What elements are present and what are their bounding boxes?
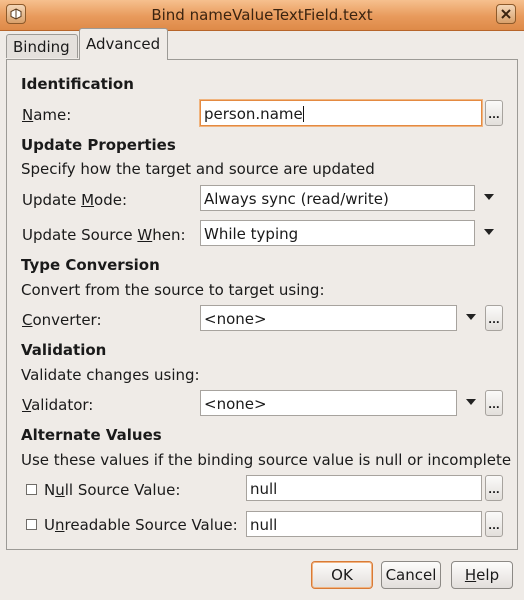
chevron-down-icon[interactable] — [484, 229, 494, 235]
update-source-when-label: Update Source When: — [22, 226, 186, 244]
type-conversion-header: Type Conversion — [21, 256, 160, 274]
chevron-down-icon[interactable] — [484, 194, 494, 200]
unreadable-source-field[interactable]: null — [246, 511, 482, 537]
update-source-when-value: While typing — [200, 220, 475, 246]
tab-binding[interactable]: Binding — [6, 34, 78, 58]
validator-ellipsis-button[interactable]: ... — [485, 390, 503, 416]
null-source-field[interactable]: null — [246, 475, 482, 501]
help-button[interactable]: Help — [451, 561, 513, 589]
null-source-label[interactable]: Null Source Value: — [44, 481, 180, 499]
null-source-checkbox[interactable] — [26, 484, 37, 495]
close-window-button[interactable] — [496, 4, 516, 24]
identification-header: Identification — [21, 75, 134, 93]
converter-label: Converter: — [22, 311, 102, 329]
validator-label: Validator: — [22, 396, 94, 414]
unreadable-source-checkbox[interactable] — [26, 519, 37, 530]
cancel-button[interactable]: Cancel — [381, 561, 441, 589]
title-bar: Bind nameValueTextField.text — [0, 0, 524, 31]
converter-ellipsis-button[interactable]: ... — [485, 305, 503, 331]
validator-combo[interactable]: <none> — [200, 390, 482, 416]
update-mode-value: Always sync (read/write) — [200, 185, 475, 211]
update-mode-label: Update Mode: — [22, 191, 128, 209]
text-caret — [302, 106, 304, 122]
name-value: person.name — [204, 105, 303, 123]
alternate-values-header: Alternate Values — [21, 426, 162, 444]
null-source-ellipsis-button[interactable]: ... — [485, 475, 503, 501]
validation-description: Validate changes using: — [21, 366, 200, 384]
conversion-description: Convert from the source to target using: — [21, 281, 325, 299]
update-properties-header: Update Properties — [21, 136, 176, 154]
unreadable-source-label[interactable]: Unreadable Source Value: — [44, 516, 238, 534]
validator-value: <none> — [200, 390, 457, 416]
alternate-description: Use these values if the binding source v… — [21, 451, 512, 469]
window-title: Bind nameValueTextField.text — [151, 6, 373, 24]
name-ellipsis-button[interactable]: ... — [485, 100, 503, 126]
name-label: Name: — [22, 106, 72, 124]
update-mode-combo[interactable]: Always sync (read/write) — [200, 185, 500, 211]
close-icon — [501, 9, 511, 19]
ok-button[interactable]: OK — [311, 561, 373, 589]
chevron-down-icon[interactable] — [466, 314, 476, 320]
converter-combo[interactable]: <none> — [200, 305, 482, 331]
validation-header: Validation — [21, 341, 107, 359]
converter-value: <none> — [200, 305, 457, 331]
tab-advanced[interactable]: Advanced — [79, 28, 168, 60]
unreadable-source-ellipsis-button[interactable]: ... — [485, 511, 503, 537]
name-field[interactable]: person.name — [200, 100, 482, 126]
update-description: Specify how the target and source are up… — [21, 160, 375, 178]
update-source-when-combo[interactable]: While typing — [200, 220, 500, 246]
chevron-down-icon[interactable] — [466, 399, 476, 405]
